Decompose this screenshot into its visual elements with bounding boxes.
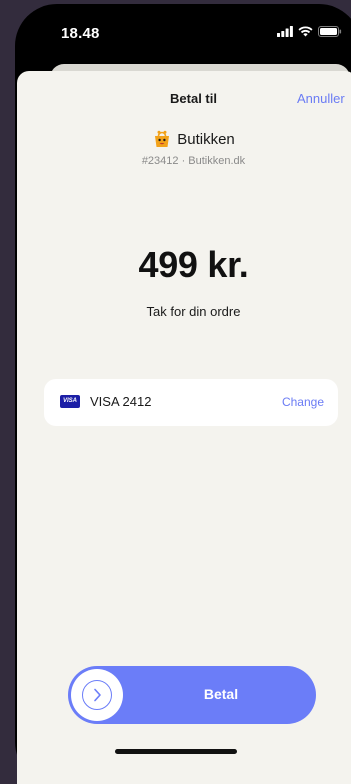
merchant-name: Butikken	[177, 130, 235, 148]
payment-card-row[interactable]: VISA VISA 2412 Change	[44, 379, 338, 426]
merchant-order-meta: #23412 · Butikken.dk	[141, 155, 246, 167]
battery-icon	[318, 26, 342, 37]
card-label: VISA 2412	[90, 394, 152, 409]
status-bar: 18.48	[15, 4, 351, 64]
home-indicator	[115, 749, 237, 754]
payment-amount: 499 kr.	[138, 244, 249, 285]
chevron-right-icon	[82, 680, 112, 710]
status-time: 18.48	[61, 25, 100, 42]
status-icons	[277, 26, 342, 37]
cellular-signal-icon	[277, 26, 293, 37]
slider-handle[interactable]	[71, 669, 123, 721]
phone-frame: 18.48 Betal til Annuller Butikken #23412…	[15, 4, 351, 784]
visa-card-icon: VISA	[60, 395, 80, 408]
cancel-button[interactable]: Annuller	[297, 91, 345, 106]
order-message: Tak for din ordre	[146, 304, 241, 319]
wifi-icon	[298, 26, 313, 37]
payment-sheet: Betal til Annuller Butikken #23412 · But…	[17, 71, 351, 784]
change-card-button[interactable]: Change	[282, 395, 324, 409]
merchant-info: Butikken	[17, 130, 351, 148]
pay-slider[interactable]: Betal	[68, 666, 316, 724]
merchant-logo-icon	[155, 130, 170, 147]
pay-button-label: Betal	[203, 686, 239, 702]
